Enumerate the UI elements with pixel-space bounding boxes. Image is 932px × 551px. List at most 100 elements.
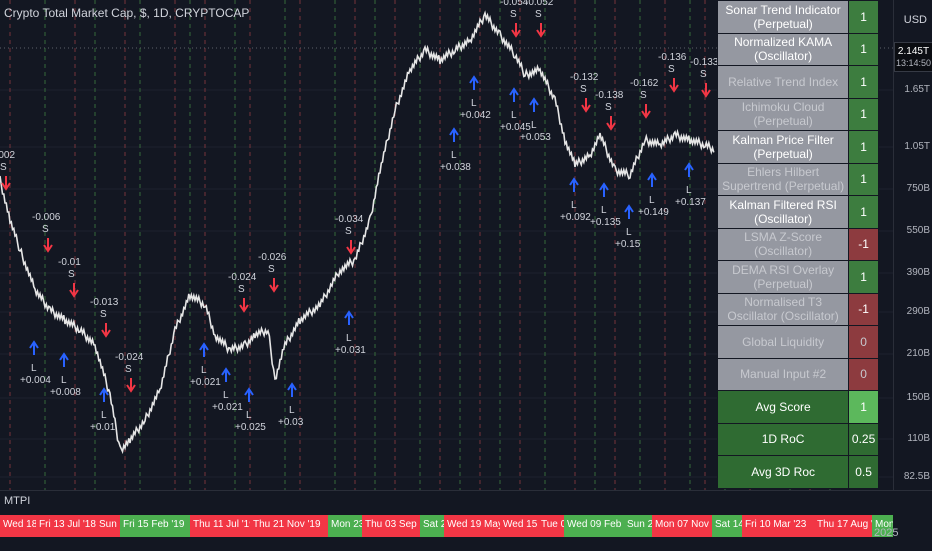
long-signal-value: +0.031 [335,345,366,356]
mtpi-segment: Fri 10 Mar '23 [742,515,814,537]
mtpi-segment: Sun 07 Oct '18 [96,515,120,537]
indicator-name: Sonar Trend Indicator (Perpetual) [716,0,850,34]
price-tick: 110B [907,433,930,444]
long-signal-arrow [344,310,354,325]
summary-value: 1 [848,390,879,424]
mtpi-date-label: Wed 09 Feb '22 [567,519,624,530]
long-signal-tag: L [601,205,607,216]
mtpi-date-label: Sun 20 Mar '22 [627,519,652,530]
chart-title[interactable]: Crypto Total Market Cap, $, 1D, CRYPTOCA… [4,6,249,20]
currency-label[interactable]: USD [904,14,927,26]
mtpi-date-label: Fri 13 Jul '18 [39,519,96,530]
long-signal-tag: L [531,120,537,131]
price-tick: 1.65T [904,84,930,95]
long-signal-arrow [569,177,579,192]
long-signal-tag: L [201,365,207,376]
long-signal-value: +0.135 [590,217,621,228]
table-row: Ehlers Hilbert Supertrend (Perpetual) 1 [716,162,879,196]
price-tick: 210B [906,348,930,359]
price-tick: 750B [906,183,930,194]
short-signal-tag: S [268,264,275,275]
mtpi-segment: Mon 23 Mar '20 [328,515,362,537]
summary-row: 1D RoC 0.25 [716,422,879,456]
indicator-score: 1 [848,260,879,294]
long-signal-tag: L [626,227,632,238]
long-signal-value: +0.021 [190,377,221,388]
short-signal-tag: S [640,90,647,101]
short-signal-arrow [126,378,136,393]
mtpi-segment: Thu 11 Jul '19 [190,515,250,537]
mtpi-date-label: Wed 15 Dec '21 [503,519,538,530]
indicator-table: Sonar Trend Indicator (Perpetual) 1 Normal… [716,0,879,489]
long-signal-tag: L [61,375,67,386]
mtpi-date-label: Wed 19 May '21 [447,519,500,530]
indicator-name: Ichimoku Cloud (Perpetual) [716,97,850,131]
indicator-name: Kalman Price Filter (Perpetual) [716,130,850,164]
price-axis[interactable]: USD 2.145T 13:14:50 1.65T 1.05T 750B 550… [893,0,932,490]
mtpi-segment: Wed 15 Dec '21 [500,515,538,537]
short-signal-arrow [511,23,521,38]
table-row: Ichimoku Cloud (Perpetual) 1 [716,97,879,131]
mtpi-date-label: Thu 21 Nov '19 [253,519,321,530]
mtpi-segment: Thu 03 Sep '20 [362,515,420,537]
short-signal-tag: S [238,284,245,295]
mtpi-label[interactable]: MTPI [4,495,30,507]
indicator-score: 0 [848,325,879,359]
long-signal-tag: L [451,150,457,161]
mtpi-date-label: Sat 21 Nov '20 [423,519,444,530]
table-row: Normalized KAMA (Oscillator) 1 [716,32,879,66]
long-signal-value: +0.03 [278,417,304,428]
indicator-name: Relative Trend Index [716,65,850,99]
short-signal-value: -0.01 [58,257,81,268]
short-signal-value: -0.013 [90,297,119,308]
long-signal-tag: L [471,98,477,109]
summary-row: Avg Score 1 [716,390,879,424]
short-signal-arrow [1,176,11,191]
table-row: LSMA Z-Score (Oscillator) -1 [716,227,879,261]
long-signal-tag: L [511,110,517,121]
table-row: DEMA RSI Overlay (Perpetual) 1 [716,260,879,294]
long-signal-arrow [244,387,254,402]
current-price: 2.145T [897,46,930,57]
indicator-name: Manual Input #2 [716,357,850,391]
short-signal-value: -0.006 [32,212,61,223]
summary-name: Avg 3D Roc [716,455,850,489]
long-signal-tag: L [289,405,295,416]
long-signal-tag: L [223,390,229,401]
long-signal-value: +0.149 [638,207,669,218]
mtpi-segment: Thu 17 Aug '23 [814,515,872,537]
indicator-score: 1 [848,130,879,164]
mtpi-segment: Fri 15 Feb '19 [120,515,190,537]
mtpi-date-label: Thu 17 Aug '23 [817,519,872,530]
price-tick: 1.05T [904,141,930,152]
short-signal-tag: S [605,102,612,113]
long-signal-arrow [684,162,694,177]
mtpi-date-label: Wed 18 Apr '18 [3,519,36,530]
indicator-score: 1 [848,32,879,66]
indicator-name: Normalized KAMA (Oscillator) [716,32,850,66]
long-signal-arrow [624,204,634,219]
long-signal-value: +0.008 [50,387,81,398]
short-signal-arrow [606,116,616,131]
long-signal-arrow [221,367,231,382]
long-signal-value: +0.137 [675,197,706,208]
long-signal-tag: L [649,195,655,206]
mtpi-segment: Thu 21 Nov '19 [250,515,328,537]
mtpi-date-label: Mon 07 Nov '22 [655,519,712,530]
mtpi-panel[interactable]: MTPI Wed 18 Apr '18Fri 13 Jul '18Sun 07 … [0,490,932,551]
long-signal-tag: L [101,410,107,421]
table-row: Relative Trend Index 1 [716,65,879,99]
indicator-score: -1 [848,292,879,326]
summary-name: Avg Score [716,390,850,424]
short-signal-value: -0.026 [258,252,287,263]
mtpi-date-label: Thu 11 Jul '19 [193,519,250,530]
long-signal-arrow [599,182,609,197]
short-signal-value: -0.034 [335,214,364,225]
mtpi-date-label: Thu 03 Sep '20 [365,519,420,530]
mtpi-segment: Sat 21 Nov '20 [420,515,444,537]
short-signal-value: -0.138 [595,90,624,101]
short-signal-arrow [101,323,111,338]
table-row: Kalman Price Filter (Perpetual) 1 [716,130,879,164]
short-signal-tag: S [0,162,7,173]
long-signal-arrow [287,382,297,397]
